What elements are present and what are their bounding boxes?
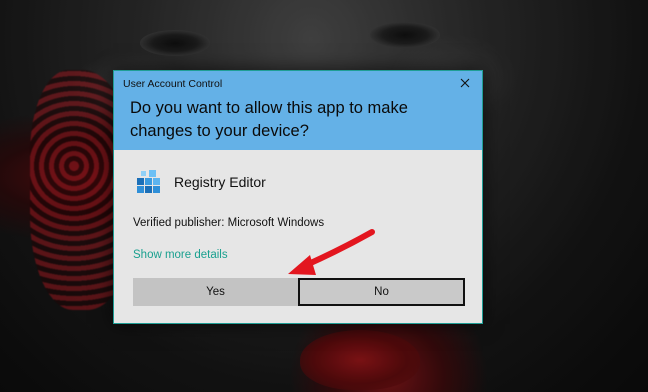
verified-publisher: Verified publisher: Microsoft Windows <box>133 217 325 229</box>
dialog-title: User Account Control <box>123 78 223 90</box>
close-icon <box>460 78 470 88</box>
desktop-background: User Account Control Do you want to allo… <box>0 0 648 392</box>
app-row: Registry Editor <box>135 168 266 196</box>
yes-button[interactable]: Yes <box>133 278 298 306</box>
dialog-question: Do you want to allow this app to make ch… <box>130 99 408 140</box>
uac-dialog: User Account Control Do you want to allo… <box>113 70 483 324</box>
no-button[interactable]: No <box>298 278 465 306</box>
close-button[interactable] <box>454 73 476 93</box>
show-more-details-link[interactable]: Show more details <box>133 249 228 261</box>
uac-header: User Account Control Do you want to allo… <box>114 71 482 150</box>
registry-editor-icon <box>137 170 160 193</box>
app-name: Registry Editor <box>174 174 266 190</box>
